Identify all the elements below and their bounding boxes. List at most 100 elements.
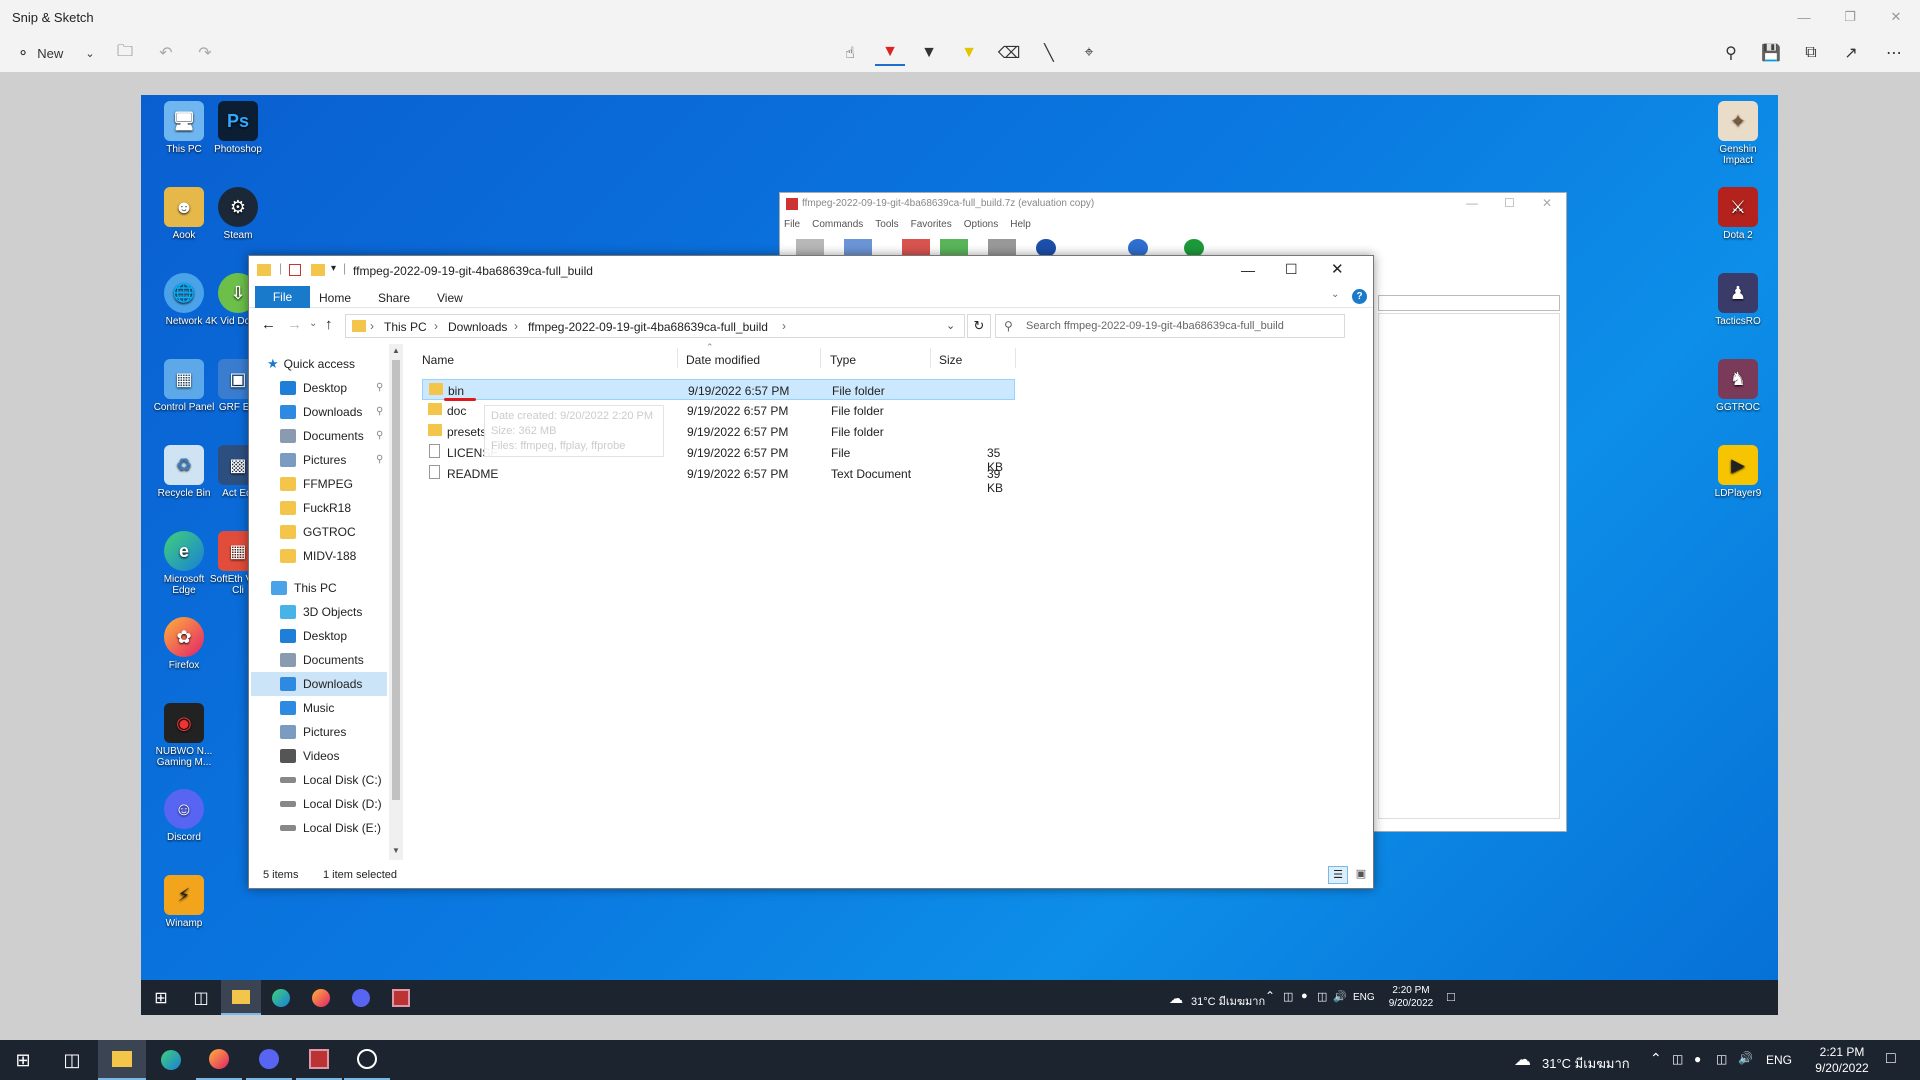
minimize-button[interactable]: — [1466,196,1478,210]
nav-item-pc-downloads[interactable]: Downloads [280,672,362,696]
close-button[interactable]: ✕ [1542,196,1552,210]
new-snip-button[interactable]: ⚬ New [10,40,70,66]
microphone-icon[interactable]: ● [1301,990,1308,1002]
column-size[interactable]: Size [939,353,962,367]
more-icon[interactable]: ⋯ [1880,40,1908,66]
nav-item-pictures[interactable]: Pictures [280,448,346,472]
search-box[interactable]: ⚲ Search ffmpeg-2022-09-19-git-4ba68639c… [995,314,1345,338]
menu-options[interactable]: Options [964,219,998,233]
desktop-icon-discord[interactable]: ☺ Discord [151,789,217,843]
tab-home[interactable]: Home [319,291,351,305]
menu-commands[interactable]: Commands [812,219,863,233]
details-view-icon[interactable]: ☰ [1328,866,1348,884]
winrar-icon[interactable] [381,980,421,1015]
ribbon-expand-icon[interactable]: ⌄ [1331,289,1339,300]
breadcrumb-this-pc[interactable]: This PC [384,320,427,334]
chevron-up-icon[interactable]: ⌃ [1650,1050,1662,1067]
nav-item-ggtroc[interactable]: GGTROC [280,520,356,544]
recent-dropdown-icon[interactable]: ⌄ [309,318,317,329]
nav-item-local-disk-e[interactable]: Local Disk (E:) [280,816,381,840]
language-indicator[interactable]: ENG [1353,992,1375,1003]
edge-icon[interactable] [261,980,301,1015]
close-button[interactable]: ✕ [1873,6,1919,28]
clock[interactable]: 2:21 PM 9/20/2022 [1802,1044,1882,1076]
desktop-icon-dota2[interactable]: ⚔ Dota 2 [1705,187,1771,241]
highlighter-icon[interactable]: ▼ [955,40,983,66]
breadcrumb-downloads[interactable]: Downloads [448,320,507,334]
nav-scrollbar[interactable]: ▲ ▼ [389,344,403,860]
ballpoint-pen-icon[interactable]: ▼ [875,40,905,66]
notifications-icon[interactable]: □ [1447,989,1455,1004]
nav-item-3d-objects[interactable]: 3D Objects [280,600,362,624]
nav-item-documents[interactable]: Documents [280,424,364,448]
nav-item-music[interactable]: Music [280,696,334,720]
task-view-icon[interactable]: ◫ [181,980,221,1015]
maximize-button[interactable]: ☐ [1285,261,1298,278]
network-status-icon[interactable]: ◫ [1672,1052,1683,1066]
desktop-icon-nubwo[interactable]: ◉ NUBWO N... Gaming M... [151,703,217,768]
network-status-icon[interactable]: ◫ [1283,990,1293,1003]
pencil-icon[interactable]: ▼ [915,40,943,66]
desktop-icon-photoshop[interactable]: Ps Photoshop [205,101,271,155]
task-view-icon[interactable]: ◫ [49,1040,95,1080]
up-icon[interactable]: ↑ [325,316,333,333]
file-explorer-icon[interactable] [221,980,261,1015]
ruler-icon[interactable]: ╲ [1035,40,1063,66]
start-icon[interactable]: ⊞ [141,980,181,1015]
column-name[interactable]: Name [422,353,454,367]
save-icon[interactable]: 💾 [1757,40,1785,66]
desktop-icon-ldplayer[interactable]: ▶ LDPlayer9 [1705,445,1771,499]
desktop-icon-genshin[interactable]: ✦ Genshin Impact [1705,101,1771,166]
undo-icon[interactable]: ↶ [153,40,179,66]
menu-tools[interactable]: Tools [875,219,898,233]
winrar-icon[interactable] [296,1040,342,1080]
address-bar[interactable]: › This PC › Downloads › ffmpeg-2022-09-1… [345,314,965,338]
pin-icon[interactable]: ⚲ [376,454,383,465]
discord-icon[interactable] [246,1040,292,1080]
nav-item-fuckr18[interactable]: FuckR18 [280,496,351,520]
menu-help[interactable]: Help [1010,219,1031,233]
desktop-icon-winamp[interactable]: ⚡ Winamp [151,875,217,929]
firefox-icon[interactable] [196,1040,242,1080]
pin-icon[interactable]: ⚲ [376,382,383,393]
wifi-icon[interactable]: ◫ [1716,1052,1727,1066]
share-icon[interactable]: ↗ [1837,40,1865,66]
file-explorer-window[interactable]: | ▾ | ffmpeg-2022-09-19-git-4ba68639ca-f… [248,255,1374,889]
discord-icon[interactable] [341,980,381,1015]
pin-icon[interactable]: ⚲ [376,430,383,441]
breadcrumb-current-folder[interactable]: ffmpeg-2022-09-19-git-4ba68639ca-full_bu… [528,320,768,334]
weather-text[interactable]: 31°C มีเมฆมาก [1542,1053,1630,1074]
sevenzip-file-list[interactable] [1378,313,1560,819]
clock[interactable]: 2:20 PM 9/20/2022 [1381,984,1441,1010]
microphone-icon[interactable]: ● [1694,1052,1701,1066]
scroll-down-icon[interactable]: ▼ [392,846,400,855]
edge-icon[interactable] [148,1040,194,1080]
nav-item-pc-pictures[interactable]: Pictures [280,720,346,744]
nav-item-local-disk-c[interactable]: Local Disk (C:) [280,768,382,792]
zoom-icon[interactable]: ⚲ [1717,40,1745,66]
large-icons-view-icon[interactable]: ▣ [1352,866,1370,884]
nav-item-downloads[interactable]: Downloads [280,400,362,424]
search-input[interactable]: Search ffmpeg-2022-09-19-git-4ba68639ca-… [1026,320,1284,332]
crop-icon[interactable]: ⌖ [1075,40,1103,66]
table-row[interactable]: bin 9/19/2022 6:57 PM File folder [422,379,1015,400]
nav-item-ffmpeg[interactable]: FFMPEG [280,472,353,496]
nav-item-videos[interactable]: Videos [280,744,339,768]
close-button[interactable]: ✕ [1331,260,1344,278]
nav-this-pc[interactable]: This PC [271,576,337,600]
weather-icon[interactable]: ☁ [1169,990,1183,1007]
minimize-button[interactable]: — [1781,6,1827,28]
chevron-up-icon[interactable]: ⌃ [1265,989,1275,1003]
weather-icon[interactable]: ☁ [1514,1050,1531,1070]
redo-icon[interactable]: ↷ [192,40,218,66]
eraser-icon[interactable]: ⌫ [995,40,1023,66]
nav-item-pc-desktop[interactable]: Desktop [280,624,347,648]
weather-text[interactable]: 31°C มีเมฆมาก [1191,992,1265,1010]
column-date-modified[interactable]: Date modified [686,353,760,367]
volume-icon[interactable]: 🔊 [1738,1051,1753,1065]
help-icon[interactable]: ? [1352,289,1367,304]
nav-quick-access[interactable]: ★ Quick access [267,352,355,376]
maximize-button[interactable]: ☐ [1504,196,1515,210]
volume-icon[interactable]: 🔊 [1333,990,1347,1003]
nav-item-local-disk-d[interactable]: Local Disk (D:) [280,792,382,816]
